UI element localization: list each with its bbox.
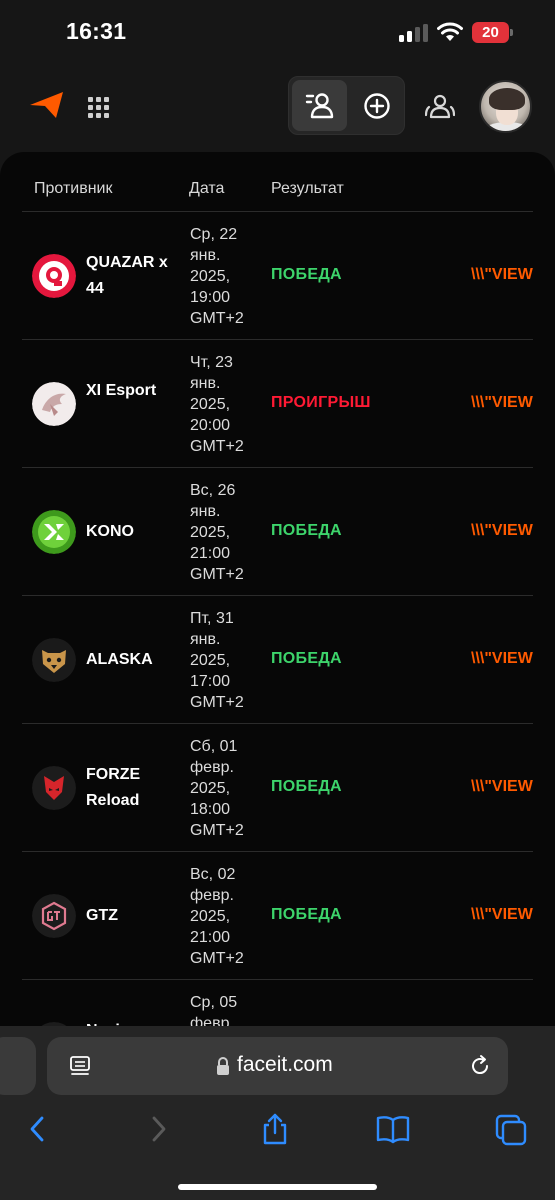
- find-players-icon: [305, 93, 334, 119]
- back-icon[interactable]: [20, 1112, 56, 1146]
- bookmarks-icon[interactable]: [375, 1112, 411, 1146]
- team-name: Navi: [86, 1018, 170, 1026]
- xi-esport-logo-icon: [32, 382, 76, 426]
- column-result: Результат: [271, 180, 344, 197]
- team-name: GTZ: [86, 907, 118, 924]
- match-result: ПОБЕДА: [271, 522, 342, 539]
- party-icon[interactable]: [425, 93, 455, 121]
- table-row[interactable]: QUAZAR x 44 Ср, 22 янв. 2025, 19:00 GMT+…: [22, 212, 533, 340]
- battery-tip: [510, 29, 513, 36]
- match-date: Вс, 02 февр. 2025, 21:00 GMT+2: [190, 866, 244, 967]
- reload-icon[interactable]: [468, 1054, 492, 1078]
- reader-icon[interactable]: [69, 1055, 91, 1077]
- table-row[interactable]: XI Esport Чт, 23 янв. 2025, 20:00 GMT+2 …: [22, 340, 533, 468]
- lock-icon: [217, 1057, 229, 1075]
- alaska-logo-icon: [32, 638, 76, 682]
- browser-toolbar: faceit.com: [0, 1026, 555, 1200]
- match-date: Ср, 22 янв. 2025, 19:00 GMT+2: [190, 226, 244, 327]
- match-result: ПОБЕДА: [271, 906, 342, 923]
- tabs-icon[interactable]: [493, 1112, 529, 1146]
- kono-logo-icon: [32, 510, 76, 554]
- match-result: ПОБЕДА: [271, 650, 342, 667]
- match-result: ПРОИГРЫШ: [271, 394, 371, 411]
- view-match-link[interactable]: \\\"VIEW: [471, 266, 533, 284]
- faceit-logo-icon[interactable]: [30, 92, 64, 118]
- status-bar: 16:31 20: [0, 0, 555, 66]
- match-date: Ср, 05 февр.: [190, 994, 238, 1026]
- view-match-link[interactable]: \\\"VIEW: [471, 778, 533, 796]
- table-header: Противник Дата Результат: [22, 152, 533, 212]
- match-date: Пт, 31 янв. 2025, 17:00 GMT+2: [190, 610, 244, 711]
- match-date: Чт, 23 янв. 2025, 20:00 GMT+2: [190, 354, 244, 455]
- table-row[interactable]: GTZ Вс, 02 февр. 2025, 21:00 GMT+2 ПОБЕД…: [22, 852, 533, 980]
- match-date: Вс, 26 янв. 2025, 21:00 GMT+2: [190, 482, 244, 583]
- address-bar[interactable]: faceit.com: [47, 1037, 508, 1095]
- forward-icon[interactable]: [140, 1112, 176, 1146]
- match-result: ПОБЕДА: [271, 266, 342, 283]
- table-row[interactable]: KONO Вс, 26 янв. 2025, 21:00 GMT+2 ПОБЕД…: [22, 468, 533, 596]
- matches-card: Противник Дата Результат QUAZAR x 44 Ср,…: [0, 152, 555, 1026]
- team-name: FORZE Reload: [86, 766, 141, 809]
- gtz-logo-icon: [32, 894, 76, 938]
- mode-toggle-group: [288, 76, 405, 135]
- battery-indicator: 20: [472, 22, 514, 43]
- app-header: [0, 66, 555, 152]
- home-indicator[interactable]: [178, 1184, 377, 1190]
- team-name: ALASKA: [86, 651, 153, 668]
- quazar-logo-icon: [32, 254, 76, 298]
- battery-level: 20: [472, 22, 509, 43]
- team-name: QUAZAR x 44: [86, 254, 168, 297]
- url-text: faceit.com: [237, 1053, 333, 1076]
- find-players-button[interactable]: [292, 80, 347, 131]
- table-row[interactable]: FORZE Reload Сб, 01 февр. 2025, 18:00 GM…: [22, 724, 533, 852]
- table-row[interactable]: Navi Ср, 05 февр.: [22, 980, 533, 1026]
- plus-circle-icon: [364, 93, 390, 119]
- team-name: XI Esport: [86, 382, 157, 399]
- share-icon[interactable]: [257, 1112, 293, 1146]
- team-name: KONO: [86, 523, 134, 540]
- table-row[interactable]: ALASKA Пт, 31 янв. 2025, 17:00 GMT+2 ПОБ…: [22, 596, 533, 724]
- match-date: Сб, 01 февр. 2025, 18:00 GMT+2: [190, 738, 244, 839]
- column-opponent: Противник: [34, 180, 113, 197]
- view-match-link[interactable]: \\\"VIEW: [471, 650, 533, 668]
- grid-apps-icon[interactable]: [88, 97, 109, 118]
- view-match-link[interactable]: \\\"VIEW: [471, 394, 533, 412]
- column-date: Дата: [189, 180, 225, 197]
- view-match-link[interactable]: \\\"VIEW: [471, 522, 533, 540]
- cellular-signal-icon: [399, 24, 428, 42]
- view-match-link[interactable]: \\\"VIEW: [471, 906, 533, 924]
- status-time: 16:31: [66, 18, 127, 44]
- avatar-hair: [489, 88, 525, 110]
- user-avatar[interactable]: [479, 80, 532, 133]
- create-button[interactable]: [349, 80, 403, 131]
- forze-logo-icon: [32, 766, 76, 810]
- match-result: ПОБЕДА: [271, 778, 342, 795]
- previous-tab-preview[interactable]: [0, 1037, 36, 1095]
- wifi-icon: [437, 22, 463, 41]
